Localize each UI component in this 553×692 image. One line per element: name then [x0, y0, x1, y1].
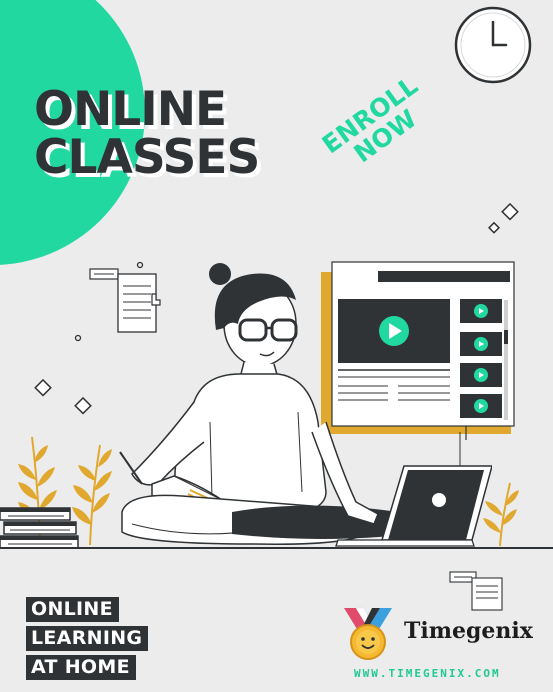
diamond-decoration	[487, 221, 501, 234]
document-icon	[449, 571, 503, 611]
ground-line	[0, 547, 553, 549]
dot-decoration	[74, 334, 82, 342]
poster: ONLINE CLASSES ENROLL NOW ONLINE LEARNIN…	[0, 0, 553, 692]
diamond-decoration	[501, 202, 519, 221]
brand-name: Timegenix	[404, 618, 533, 644]
brand-url-link[interactable]: WWW.TIMEGENIX.COM	[354, 667, 501, 680]
tagline-at-home: AT HOME	[26, 655, 136, 680]
diamond-decoration	[34, 378, 52, 397]
books-icon	[0, 507, 79, 549]
medal-icon	[344, 607, 392, 660]
diamond-decoration	[74, 396, 92, 415]
tagline-online: ONLINE	[26, 597, 119, 622]
student-illustration	[119, 263, 492, 547]
tagline-learning: LEARNING	[26, 626, 149, 651]
